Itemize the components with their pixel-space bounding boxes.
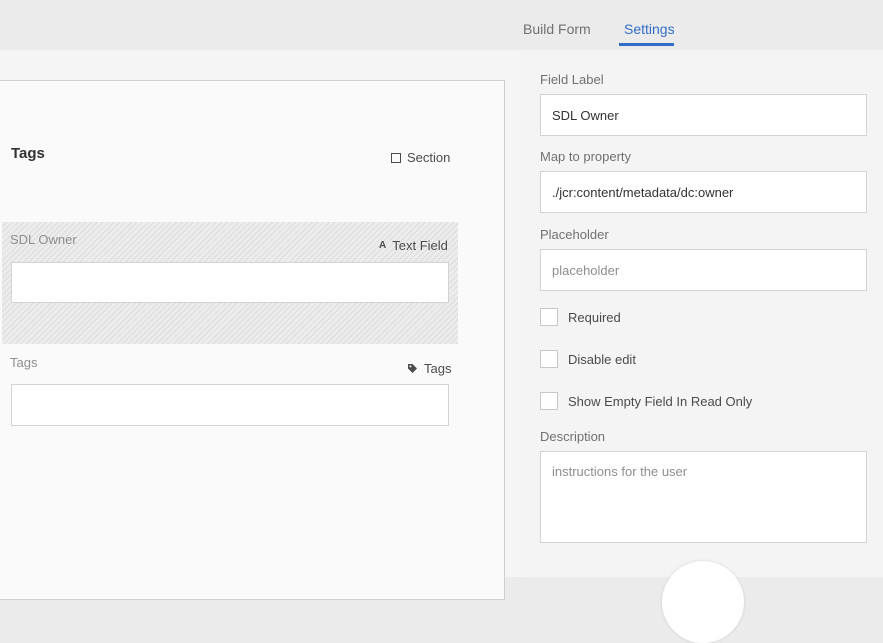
- required-option[interactable]: Required: [540, 308, 621, 326]
- disable-edit-checkbox[interactable]: [540, 350, 558, 368]
- disable-edit-option[interactable]: Disable edit: [540, 350, 636, 368]
- top-bar: Build Form Settings: [0, 0, 883, 50]
- field-label-input[interactable]: SDL Owner: [540, 94, 867, 136]
- map-to-property-input[interactable]: ./jcr:content/metadata/dc:owner: [540, 171, 867, 213]
- disable-edit-label: Disable edit: [568, 351, 636, 367]
- map-to-property-value: ./jcr:content/metadata/dc:owner: [552, 184, 734, 200]
- tags-input-preview[interactable]: [11, 384, 449, 426]
- map-to-property-heading: Map to property: [540, 149, 632, 164]
- active-tab-indicator: [619, 43, 674, 46]
- description-heading: Description: [540, 429, 606, 444]
- field-type-tags: Tags: [407, 361, 451, 376]
- square-icon: [391, 152, 401, 163]
- show-empty-field-label: Show Empty Field In Read Only: [568, 393, 753, 409]
- field-label-value: SDL Owner: [552, 107, 619, 123]
- section-type-label: Section: [407, 150, 451, 165]
- sdl-owner-input-preview[interactable]: [11, 262, 449, 303]
- field-type-label: Tags: [424, 361, 452, 376]
- field-label-sdl-owner: SDL Owner: [10, 232, 77, 247]
- required-checkbox[interactable]: [540, 308, 558, 326]
- section-type-badge: Section: [391, 150, 450, 165]
- text-field-icon: A: [379, 240, 387, 251]
- placeholder-value: placeholder: [552, 262, 620, 278]
- required-label: Required: [568, 309, 621, 325]
- placeholder-heading: Placeholder: [540, 227, 609, 242]
- field-type-label: Text Field: [392, 238, 448, 253]
- floating-action-button[interactable]: [662, 561, 744, 643]
- field-label-tags: Tags: [10, 355, 38, 370]
- tab-settings[interactable]: Settings: [624, 21, 675, 37]
- field-label-heading: Field Label: [540, 72, 604, 87]
- section-title[interactable]: Tags: [11, 145, 45, 162]
- show-empty-field-checkbox[interactable]: [540, 392, 558, 410]
- tab-build-form[interactable]: Build Form: [523, 21, 591, 37]
- show-empty-field-option[interactable]: Show Empty Field In Read Only: [540, 392, 752, 410]
- tag-icon: [408, 364, 417, 373]
- field-type-text: A Text Field: [379, 238, 448, 253]
- placeholder-input[interactable]: placeholder: [540, 249, 867, 291]
- description-placeholder: instructions for the user: [552, 464, 688, 479]
- description-textarea[interactable]: instructions for the user: [540, 451, 867, 543]
